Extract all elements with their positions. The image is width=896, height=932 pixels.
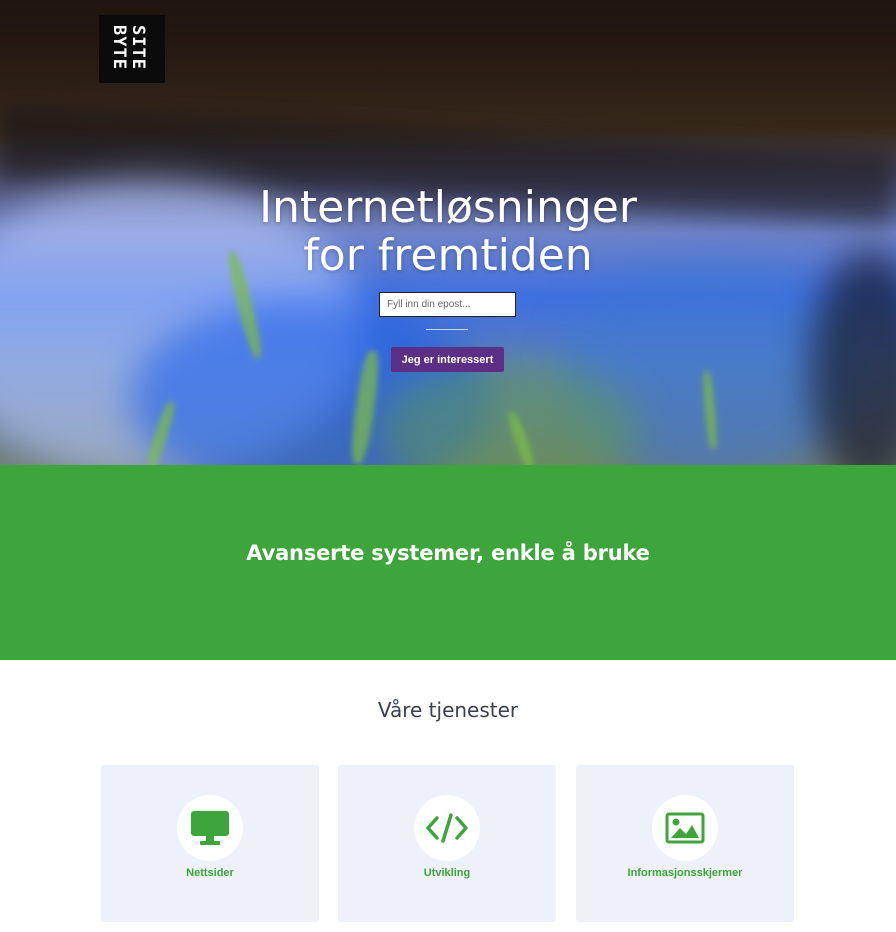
hero-title-line-2: for fremtiden	[303, 230, 593, 281]
tagline-heading: Avanserte systemer, enkle å bruke	[246, 541, 650, 565]
service-card-informasjonsskjermer[interactable]: Informasjonsskjermer	[576, 765, 794, 922]
service-icon-circle	[414, 795, 480, 861]
service-card-label: Nettsider	[186, 867, 234, 879]
service-card-utvikling[interactable]: Utvikling	[338, 765, 556, 922]
monitor-icon	[191, 811, 229, 845]
code-icon	[426, 813, 468, 843]
email-input[interactable]	[379, 292, 516, 317]
logo-wordmark: SITE BYTE	[109, 25, 148, 79]
interest-button[interactable]: Jeg er interessert	[391, 347, 504, 372]
image-icon	[665, 812, 705, 844]
logo-line-1: SITE	[128, 25, 148, 70]
hero-title: Internetløsninger for fremtiden	[0, 184, 896, 280]
hero-divider	[426, 329, 468, 330]
tagline-section: Avanserte systemer, enkle å bruke	[0, 465, 896, 660]
site-logo[interactable]: SITE BYTE	[99, 15, 165, 83]
service-icon-circle	[177, 795, 243, 861]
services-section: Våre tjenester Nettsider Utvikling Infor…	[0, 660, 896, 932]
service-card-nettsider[interactable]: Nettsider	[101, 765, 319, 922]
hero-section: SITE BYTE Internetløsninger for fremtide…	[0, 0, 896, 465]
logo-line-2: BYTE	[109, 25, 129, 70]
hero-background-blob	[810, 250, 896, 465]
service-card-label: Informasjonsskjermer	[627, 867, 743, 879]
hero-title-line-1: Internetløsninger	[259, 182, 637, 233]
service-icon-circle	[652, 795, 718, 861]
service-card-label: Utvikling	[423, 867, 471, 879]
services-heading: Våre tjenester	[377, 698, 519, 722]
